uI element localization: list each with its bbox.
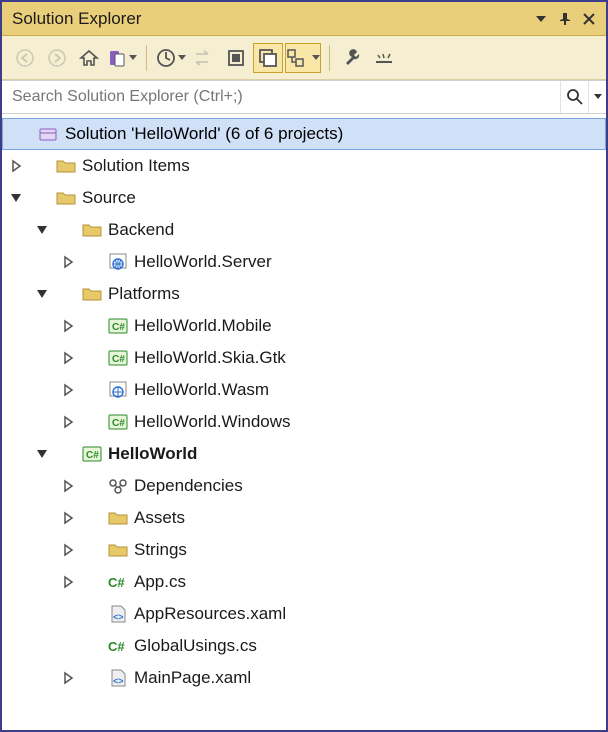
svg-text:C#: C# [86,450,99,461]
tree-node-globalusings-cs[interactable]: C# GlobalUsings.cs [2,630,606,662]
expand-glyph-icon[interactable] [60,478,76,494]
expand-glyph-icon[interactable] [60,350,76,366]
forward-button[interactable] [42,43,72,73]
expand-glyph-icon[interactable] [60,510,76,526]
folder-icon [108,508,128,528]
svg-text:C#: C# [108,575,125,590]
tree-node-source[interactable]: Source [2,182,606,214]
chevron-down-icon [178,55,186,61]
xaml-file-icon: <> [108,668,128,688]
expand-glyph-icon[interactable] [60,670,76,686]
switch-views-button[interactable] [106,43,138,73]
folder-icon [108,540,128,560]
web-project-icon [108,380,128,400]
tree-node-helloworld[interactable]: C# HelloWorld [2,438,606,470]
svg-text:C#: C# [112,354,125,365]
tree-node-assets[interactable]: Assets [2,502,606,534]
preview-button[interactable] [370,43,400,73]
svg-text:C#: C# [112,418,125,429]
refresh-button[interactable] [221,43,251,73]
svg-text:<>: <> [113,612,124,622]
toolbar-separator [146,45,147,71]
search-input[interactable] [2,81,560,113]
chevron-down-icon [312,55,320,61]
xaml-file-icon: <> [108,604,128,624]
folder-icon [56,188,76,208]
toolbar [2,36,606,80]
csharp-project-icon: C# [82,444,102,464]
solution-tree: Solution 'HelloWorld' (6 of 6 projects) … [2,114,606,730]
expand-glyph-icon[interactable] [60,542,76,558]
home-button[interactable] [74,43,104,73]
folder-icon [56,156,76,176]
sync-button[interactable] [189,43,219,73]
tree-node-wasm[interactable]: HelloWorld.Wasm [2,374,606,406]
collapse-glyph-icon[interactable] [34,446,50,462]
collapse-glyph-icon[interactable] [34,286,50,302]
folder-icon [82,220,102,240]
expand-glyph-icon[interactable] [8,158,24,174]
tree-node-mainpage-xaml[interactable]: <> MainPage.xaml [2,662,606,694]
expand-glyph-icon[interactable] [60,382,76,398]
collapse-all-button[interactable] [253,43,283,73]
search-options-dropdown[interactable] [588,81,606,113]
search-bar [2,80,606,114]
properties-button[interactable] [338,43,368,73]
csharp-file-icon: C# [108,572,128,592]
search-icon[interactable] [560,81,588,113]
csharp-project-icon: C# [108,348,128,368]
tree-node-solution-items[interactable]: Solution Items [2,150,606,182]
dependencies-icon [108,476,128,496]
expand-glyph-icon[interactable] [60,254,76,270]
csharp-project-icon: C# [108,316,128,336]
svg-text:C#: C# [108,639,125,654]
solution-node[interactable]: Solution 'HelloWorld' (6 of 6 projects) [2,118,606,150]
toolbar-separator [329,45,330,71]
tree-node-server[interactable]: HelloWorld.Server [2,246,606,278]
svg-text:C#: C# [112,322,125,333]
csharp-file-icon: C# [108,636,128,656]
tree-node-app-cs[interactable]: C# App.cs [2,566,606,598]
folder-icon [82,284,102,304]
pin-icon[interactable] [554,8,576,30]
solution-label: Solution 'HelloWorld' (6 of 6 projects) [65,124,343,144]
expand-glyph-icon[interactable] [60,574,76,590]
web-project-icon [108,252,128,272]
tree-node-strings[interactable]: Strings [2,534,606,566]
window-options-icon[interactable] [530,8,552,30]
tree-node-windows[interactable]: C# HelloWorld.Windows [2,406,606,438]
filter-button[interactable] [155,43,187,73]
panel-title: Solution Explorer [12,9,528,29]
chevron-down-icon [129,55,137,61]
show-all-files-button[interactable] [285,43,321,73]
expand-glyph-icon[interactable] [60,414,76,430]
solution-icon [39,124,59,144]
tree-node-dependencies[interactable]: Dependencies [2,470,606,502]
svg-text:<>: <> [113,676,124,686]
collapse-glyph-icon[interactable] [8,190,24,206]
tree-node-mobile[interactable]: C# HelloWorld.Mobile [2,310,606,342]
tree-node-backend[interactable]: Backend [2,214,606,246]
csharp-project-icon: C# [108,412,128,432]
collapse-glyph-icon[interactable] [34,222,50,238]
expand-glyph-icon[interactable] [60,318,76,334]
close-icon[interactable] [578,8,600,30]
tree-node-platforms[interactable]: Platforms [2,278,606,310]
title-bar: Solution Explorer [2,2,606,36]
tree-node-skia[interactable]: C# HelloWorld.Skia.Gtk [2,342,606,374]
back-button[interactable] [10,43,40,73]
tree-node-appresources-xaml[interactable]: <> AppResources.xaml [2,598,606,630]
